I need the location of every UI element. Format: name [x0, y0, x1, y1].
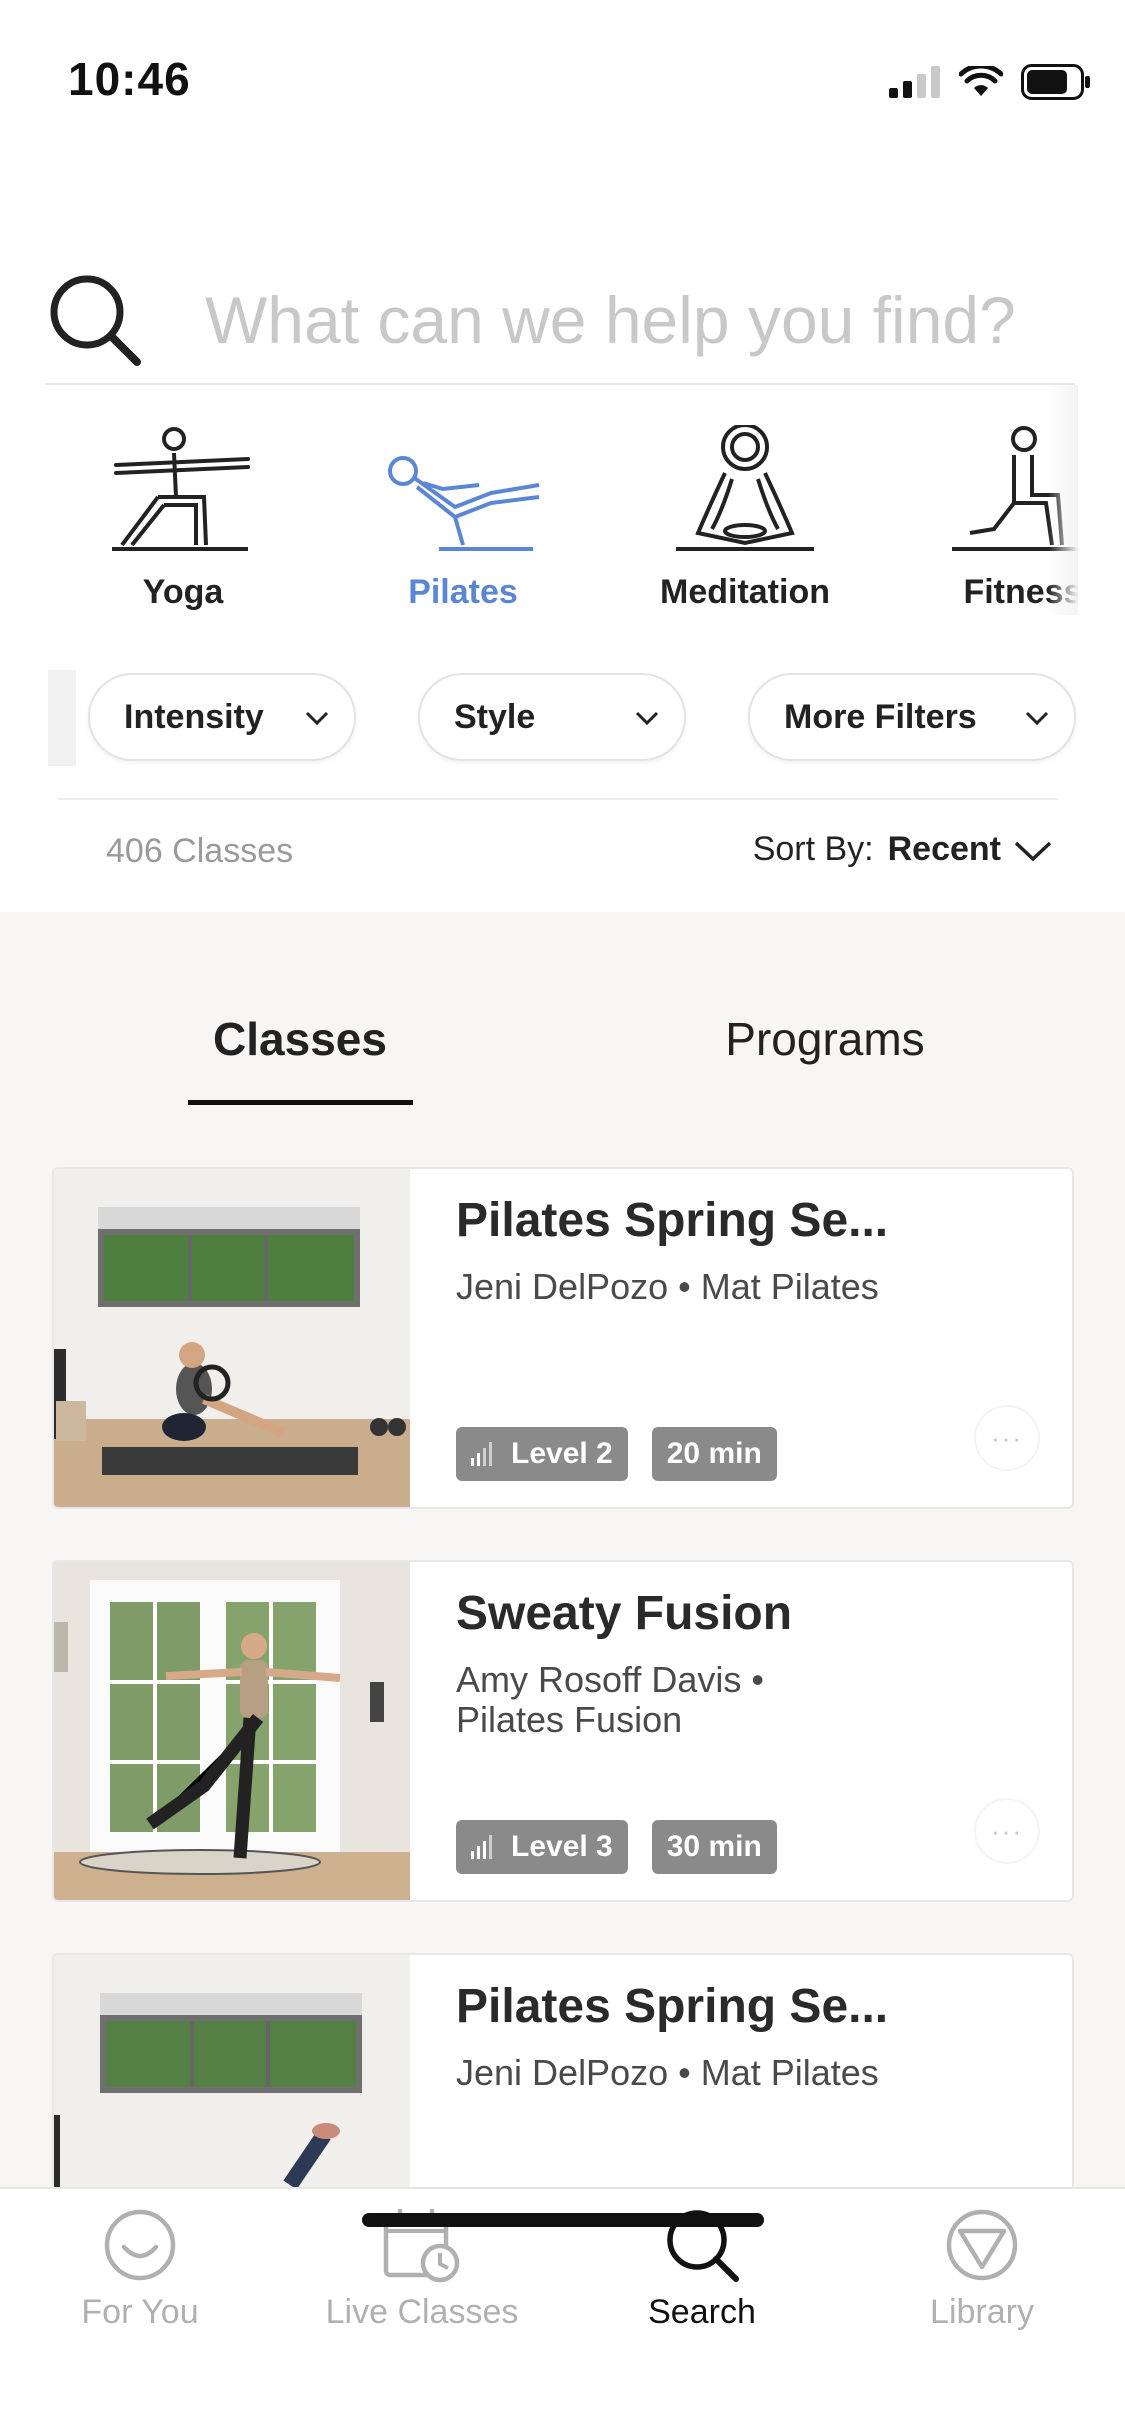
divider: [58, 798, 1058, 800]
status-time: 10:46: [68, 53, 191, 105]
category-label: Pilates: [408, 573, 518, 611]
meditation-pose-icon: [676, 425, 814, 551]
nav-library[interactable]: Library: [842, 2207, 1122, 2332]
filter-style[interactable]: Style: [418, 673, 686, 761]
level-bars-icon: [471, 1835, 492, 1859]
filter-label: Style: [454, 697, 536, 736]
level-bars-icon: [471, 1442, 492, 1466]
level-badge: Level 3: [456, 1820, 628, 1874]
search-input[interactable]: What can we help you find?: [205, 282, 1016, 358]
sort-dropdown[interactable]: Sort By: Recent: [753, 830, 1053, 869]
class-thumbnail: [54, 1955, 410, 2187]
duration-text: 20 min: [666, 1437, 762, 1470]
more-options-button[interactable]: ···: [974, 1798, 1040, 1864]
filter-bar[interactable]: Intensity Style More Filters: [48, 670, 1078, 766]
duration-badge: 30 min: [651, 1820, 777, 1874]
class-instructor: Jeni DelPozo • Mat Pilates: [456, 1266, 879, 1307]
category-pilates[interactable]: Pilates: [338, 385, 588, 615]
results-content: Classes Programs Pilates Spring Se... Je…: [0, 912, 1125, 2187]
filter-intensity[interactable]: Intensity: [88, 673, 356, 761]
chevron-down-icon: [635, 711, 659, 726]
home-indicator: [362, 2213, 764, 2227]
more-options-button[interactable]: ···: [974, 1405, 1040, 1471]
active-tab-indicator: [188, 1100, 413, 1105]
category-label: Meditation: [660, 573, 830, 611]
sort-label: Sort By:: [752, 830, 874, 868]
class-card[interactable]: Pilates Spring Se... Jeni DelPozo • Mat …: [52, 1167, 1074, 1509]
pilates-pose-icon: [388, 456, 540, 551]
duration-text: 30 min: [666, 1830, 762, 1863]
chevron-down-icon: [1025, 711, 1049, 726]
results-count: 406 Classes: [106, 832, 294, 870]
nav-label: Live Classes: [325, 2293, 519, 2331]
search-icon: [50, 275, 141, 366]
nav-label: For You: [81, 2293, 199, 2331]
nav-label: Library: [930, 2293, 1034, 2331]
sort-value: Recent: [887, 830, 1001, 868]
chevron-down-icon: [1014, 841, 1052, 861]
class-title: Pilates Spring Se...: [456, 1194, 889, 1247]
filter-fade: [48, 670, 76, 766]
level-text: Level 2: [511, 1437, 613, 1470]
filter-more[interactable]: More Filters: [748, 673, 1076, 761]
class-card[interactable]: Pilates Spring Se... Jeni DelPozo • Mat …: [52, 1953, 1074, 2187]
yoga-pose-icon: [112, 427, 250, 551]
class-instructor: Jeni DelPozo • Mat Pilates: [456, 2052, 879, 2093]
smiley-icon: [104, 2209, 176, 2281]
search-bar[interactable]: What can we help you find?: [45, 260, 1075, 385]
level-badge: Level 2: [456, 1427, 628, 1481]
tab-programs[interactable]: Programs: [525, 1012, 1125, 1066]
category-carousel[interactable]: Yoga Pilates Meditation Fitness: [48, 385, 1078, 615]
cellular-signal-icon: [889, 66, 940, 98]
carousel-fade: [1048, 385, 1078, 615]
wifi-icon: [959, 66, 1003, 96]
duration-badge: 20 min: [651, 1427, 777, 1481]
nav-for-you[interactable]: For You: [0, 2207, 280, 2332]
level-text: Level 3: [511, 1830, 613, 1863]
class-card[interactable]: Sweaty Fusion Amy Rosoff Davis • Pilates…: [52, 1560, 1074, 1902]
battery-icon: [1021, 64, 1090, 100]
nav-label: Search: [648, 2293, 756, 2331]
triangle-circle-icon: [946, 2209, 1018, 2281]
class-title: Pilates Spring Se...: [456, 1980, 889, 2033]
category-meditation[interactable]: Meditation: [620, 385, 870, 615]
category-yoga[interactable]: Yoga: [58, 385, 308, 615]
chevron-down-icon: [305, 711, 329, 726]
class-badges: Level 3 30 min: [456, 1820, 777, 1874]
filter-label: Intensity: [124, 697, 264, 736]
tab-classes[interactable]: Classes: [0, 1012, 600, 1066]
status-icons: [889, 62, 1091, 102]
status-bar: 10:46: [0, 0, 1125, 160]
class-thumbnail: [54, 1562, 410, 1900]
class-badges: Level 2 20 min: [456, 1427, 777, 1481]
filter-label: More Filters: [784, 697, 977, 736]
category-label: Yoga: [142, 573, 224, 611]
class-instructor: Amy Rosoff Davis • Pilates Fusion: [456, 1659, 765, 1740]
class-thumbnail: [54, 1169, 410, 1507]
class-title: Sweaty Fusion: [456, 1587, 793, 1640]
